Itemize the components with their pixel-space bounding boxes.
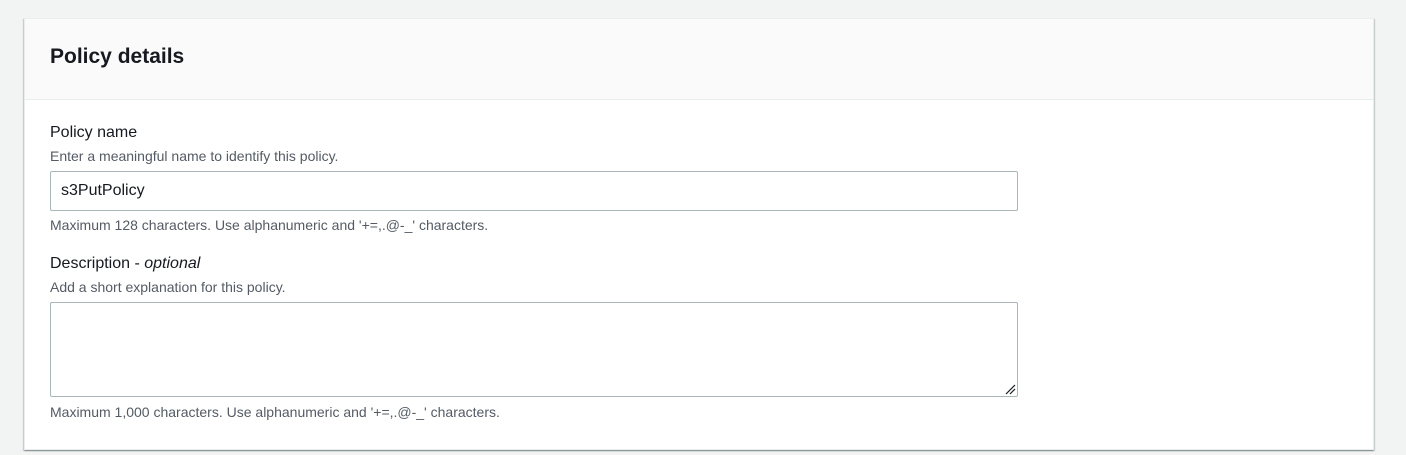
description-constraint: Maximum 1,000 characters. Use alphanumer… [50,404,500,420]
policy-name-input[interactable] [50,171,1018,211]
description-label-text: Description [50,255,131,272]
panel-header: Policy details [25,19,1373,100]
policy-name-constraint: Maximum 128 characters. Use alphanumeric… [50,217,489,233]
policy-details-panel: Policy details Policy name Enter a meani… [24,18,1374,450]
description-hint: Add a short explanation for this policy. [50,279,286,295]
panel-title: Policy details [50,45,185,68]
policy-name-label: Policy name [50,124,138,141]
description-textarea-wrapper [50,302,1018,397]
policy-name-description: Enter a meaningful name to identify this… [50,148,339,164]
resize-grip-icon[interactable] [1005,384,1016,395]
description-field: Description - optional Add a short expla… [50,254,1373,421]
description-label: Description - optional [50,254,1373,274]
policy-name-field: Policy name Enter a meaningful name to i… [50,123,1373,234]
description-label-separator: - [130,255,145,272]
panel-body: Policy name Enter a meaningful name to i… [25,100,1373,421]
optional-tag: optional [144,255,201,272]
description-textarea[interactable] [50,302,1018,397]
